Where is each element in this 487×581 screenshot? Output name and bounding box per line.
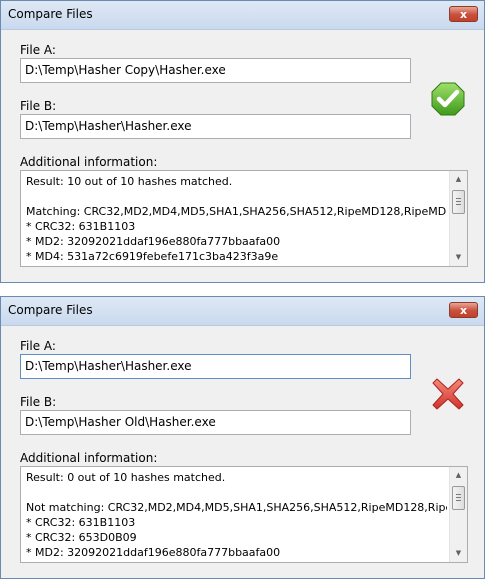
info-label: Additional information:: [20, 155, 158, 169]
info-textbox[interactable]: Result: 10 out of 10 hashes matched. Mat…: [20, 170, 468, 267]
scroll-thumb[interactable]: [452, 486, 465, 510]
file-a-input[interactable]: D:\Temp\Hasher\Hasher.exe: [20, 354, 411, 379]
info-text: Result: 0 out of 10 hashes matched. Not …: [26, 471, 447, 559]
file-b-label: File B:: [20, 395, 57, 409]
file-a-label: File A:: [20, 339, 56, 353]
cross-icon: [432, 378, 464, 410]
scroll-up-icon[interactable]: ▲: [450, 467, 467, 484]
file-b-input[interactable]: D:\Temp\Hasher\Hasher.exe: [20, 114, 411, 139]
info-label: Additional information:: [20, 451, 158, 465]
info-text: Result: 10 out of 10 hashes matched. Mat…: [26, 175, 447, 263]
title-bar[interactable]: Compare Files x: [1, 1, 484, 30]
scroll-up-icon[interactable]: ▲: [450, 171, 467, 188]
vertical-scrollbar[interactable]: ▲ ▼: [449, 467, 467, 562]
compare-files-window-mismatch: Compare Files x File A: D:\Temp\Hasher\H…: [0, 296, 485, 579]
scroll-down-icon[interactable]: ▼: [450, 545, 467, 562]
close-button[interactable]: x: [449, 302, 478, 318]
file-b-input[interactable]: D:\Temp\Hasher Old\Hasher.exe: [20, 410, 411, 435]
info-textbox[interactable]: Result: 0 out of 10 hashes matched. Not …: [20, 466, 468, 563]
file-a-input[interactable]: D:\Temp\Hasher Copy\Hasher.exe: [20, 58, 411, 83]
check-icon: [431, 82, 465, 116]
file-b-label: File B:: [20, 99, 57, 113]
window-title: Compare Files: [8, 7, 93, 21]
scroll-thumb[interactable]: [452, 190, 465, 214]
file-a-label: File A:: [20, 43, 56, 57]
vertical-scrollbar[interactable]: ▲ ▼: [449, 171, 467, 266]
scroll-down-icon[interactable]: ▼: [450, 249, 467, 266]
compare-files-window-match: Compare Files x File A: D:\Temp\Hasher C…: [0, 0, 485, 283]
close-button[interactable]: x: [449, 6, 478, 22]
title-bar[interactable]: Compare Files x: [1, 297, 484, 326]
window-title: Compare Files: [8, 303, 93, 317]
